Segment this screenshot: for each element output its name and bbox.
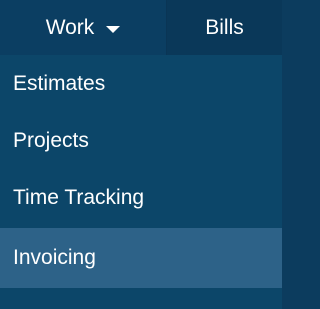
menu-item-label: Projects — [13, 128, 89, 152]
menu-item-estimates[interactable]: Estimates — [0, 55, 282, 112]
menu-item-label: Time Tracking — [13, 185, 145, 209]
bills-menu-button[interactable]: Bills — [167, 0, 282, 55]
menu-item-label: Estimates — [13, 71, 106, 95]
chevron-down-icon — [106, 26, 121, 33]
menu-item-invoicing[interactable]: Invoicing — [0, 228, 282, 288]
work-menu-label: Work — [45, 15, 95, 39]
work-dropdown-menu: Estimates Projects Time Tracking Invoici… — [0, 55, 282, 309]
work-menu-button[interactable]: Work — [0, 0, 167, 55]
menu-item-projects[interactable]: Projects — [0, 112, 282, 169]
menu-item-time-tracking[interactable]: Time Tracking — [0, 169, 282, 226]
menu-item-label: Invoicing — [13, 246, 96, 269]
app-frame: Work Bills Estimates Projects Time Track… — [0, 0, 282, 309]
top-navbar: Work Bills — [0, 0, 282, 55]
bills-menu-label: Bills — [205, 15, 244, 39]
